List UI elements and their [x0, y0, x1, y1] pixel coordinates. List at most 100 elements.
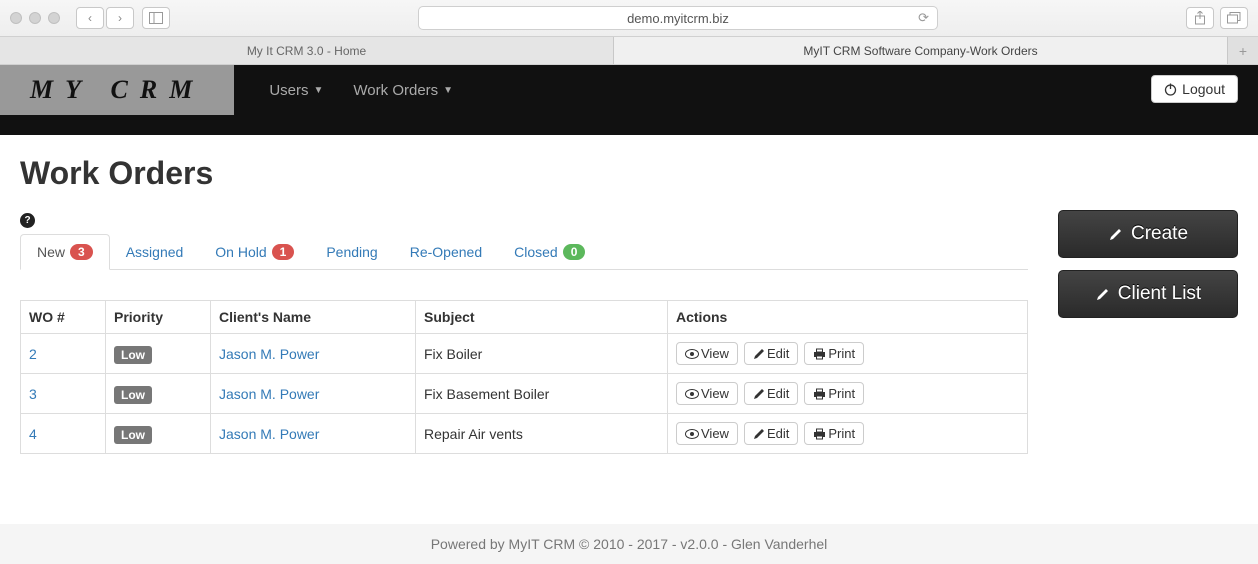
url-text: demo.myitcrm.biz [627, 11, 729, 26]
browser-chrome: ‹ › demo.myitcrm.biz ⟳ My It CRM 3.0 - H… [0, 0, 1258, 65]
client-link[interactable]: Jason M. Power [219, 386, 319, 402]
edit-icon [753, 348, 765, 360]
tab-label: On Hold [215, 244, 266, 260]
col-subject: Subject [416, 301, 668, 334]
tab-new[interactable]: New 3 [20, 234, 110, 270]
client-link[interactable]: Jason M. Power [219, 426, 319, 442]
zoom-window-icon[interactable] [48, 12, 60, 24]
logout-label: Logout [1182, 81, 1225, 97]
app-navbar: MY CRM Users ▼ Work Orders ▼ Logout [0, 65, 1258, 135]
col-actions: Actions [668, 301, 1028, 334]
print-icon [813, 348, 826, 360]
col-priority: Priority [106, 301, 211, 334]
nav-work-orders[interactable]: Work Orders ▼ [338, 82, 468, 99]
print-button[interactable]: Print [804, 422, 864, 445]
view-button[interactable]: View [676, 422, 738, 445]
tab-pending[interactable]: Pending [310, 234, 393, 269]
view-button[interactable]: View [676, 382, 738, 405]
btn-label: Print [828, 346, 855, 361]
close-window-icon[interactable] [10, 12, 22, 24]
wo-link[interactable]: 3 [29, 386, 37, 402]
table-row: 3 Low Jason M. Power Fix Basement Boiler Vie… [21, 374, 1028, 414]
pencil-icon [1095, 287, 1110, 302]
footer: Powered by MyIT CRM © 2010 - 2017 - v2.0… [0, 524, 1258, 564]
view-icon [685, 389, 699, 399]
help-icon[interactable]: ? [20, 213, 35, 228]
subject-cell: Fix Boiler [416, 334, 668, 374]
client-link[interactable]: Jason M. Power [219, 346, 319, 362]
power-icon [1164, 83, 1177, 96]
btn-label: Edit [767, 426, 789, 441]
btn-label: View [701, 386, 729, 401]
edit-button[interactable]: Edit [744, 382, 798, 405]
print-button[interactable]: Print [804, 342, 864, 365]
tab-badge: 1 [272, 244, 295, 260]
page-title: Work Orders [20, 155, 1238, 192]
tab-on-hold[interactable]: On Hold 1 [199, 234, 310, 269]
browser-tab-title: My It CRM 3.0 - Home [247, 44, 366, 58]
view-button[interactable]: View [676, 342, 738, 365]
forward-button[interactable]: › [106, 7, 134, 29]
brand-logo[interactable]: MY CRM [0, 65, 234, 115]
priority-badge: Low [114, 426, 152, 444]
create-button[interactable]: Create [1058, 210, 1238, 258]
address-bar[interactable]: demo.myitcrm.biz ⟳ [418, 6, 938, 30]
tabs-button[interactable] [1220, 7, 1248, 29]
tab-assigned[interactable]: Assigned [110, 234, 200, 269]
browser-tab-0[interactable]: My It CRM 3.0 - Home [0, 37, 614, 64]
reload-icon[interactable]: ⟳ [918, 10, 929, 26]
client-list-label: Client List [1118, 283, 1201, 305]
create-label: Create [1131, 223, 1188, 245]
col-client: Client's Name [211, 301, 416, 334]
work-orders-table: WO # Priority Client's Name Subject Acti… [20, 300, 1028, 454]
edit-icon [753, 428, 765, 440]
share-button[interactable] [1186, 7, 1214, 29]
nav-label: Users [269, 82, 308, 99]
print-button[interactable]: Print [804, 382, 864, 405]
btn-label: Print [828, 386, 855, 401]
browser-tab-title: MyIT CRM Software Company-Work Orders [803, 44, 1037, 58]
client-list-button[interactable]: Client List [1058, 270, 1238, 318]
caret-down-icon: ▼ [443, 85, 453, 96]
browser-tab-1[interactable]: MyIT CRM Software Company-Work Orders [614, 37, 1228, 64]
table-row: 4 Low Jason M. Power Repair Air vents View Ed… [21, 414, 1028, 454]
wo-link[interactable]: 2 [29, 346, 37, 362]
btn-label: Print [828, 426, 855, 441]
tab-reopened[interactable]: Re-Opened [394, 234, 498, 269]
pencil-icon [1108, 227, 1123, 242]
tab-label: Closed [514, 244, 558, 260]
tab-badge: 0 [563, 244, 586, 260]
back-button[interactable]: ‹ [76, 7, 104, 29]
btn-label: View [701, 426, 729, 441]
table-row: 2 Low Jason M. Power Fix Boiler View Edit Prin… [21, 334, 1028, 374]
tab-label: Re-Opened [410, 244, 482, 260]
btn-label: View [701, 346, 729, 361]
tab-label: Pending [326, 244, 377, 260]
col-wo: WO # [21, 301, 106, 334]
edit-button[interactable]: Edit [744, 422, 798, 445]
edit-icon [753, 388, 765, 400]
edit-button[interactable]: Edit [744, 342, 798, 365]
priority-badge: Low [114, 386, 152, 404]
view-icon [685, 429, 699, 439]
sidebar-toggle-button[interactable] [142, 7, 170, 29]
tab-closed[interactable]: Closed 0 [498, 234, 601, 269]
status-tabs: New 3 Assigned On Hold 1 Pending Re-Open… [20, 234, 1028, 270]
subject-cell: Repair Air vents [416, 414, 668, 454]
subject-cell: Fix Basement Boiler [416, 374, 668, 414]
tab-badge: 3 [70, 244, 93, 260]
wo-link[interactable]: 4 [29, 426, 37, 442]
view-icon [685, 349, 699, 359]
tab-label: New [37, 244, 65, 260]
logout-button[interactable]: Logout [1151, 75, 1238, 103]
caret-down-icon: ▼ [314, 85, 324, 96]
tab-label: Assigned [126, 244, 184, 260]
new-tab-button[interactable]: + [1228, 37, 1258, 64]
window-controls [10, 12, 60, 24]
print-icon [813, 428, 826, 440]
btn-label: Edit [767, 386, 789, 401]
btn-label: Edit [767, 346, 789, 361]
nav-users[interactable]: Users ▼ [254, 82, 338, 99]
minimize-window-icon[interactable] [29, 12, 41, 24]
priority-badge: Low [114, 346, 152, 364]
